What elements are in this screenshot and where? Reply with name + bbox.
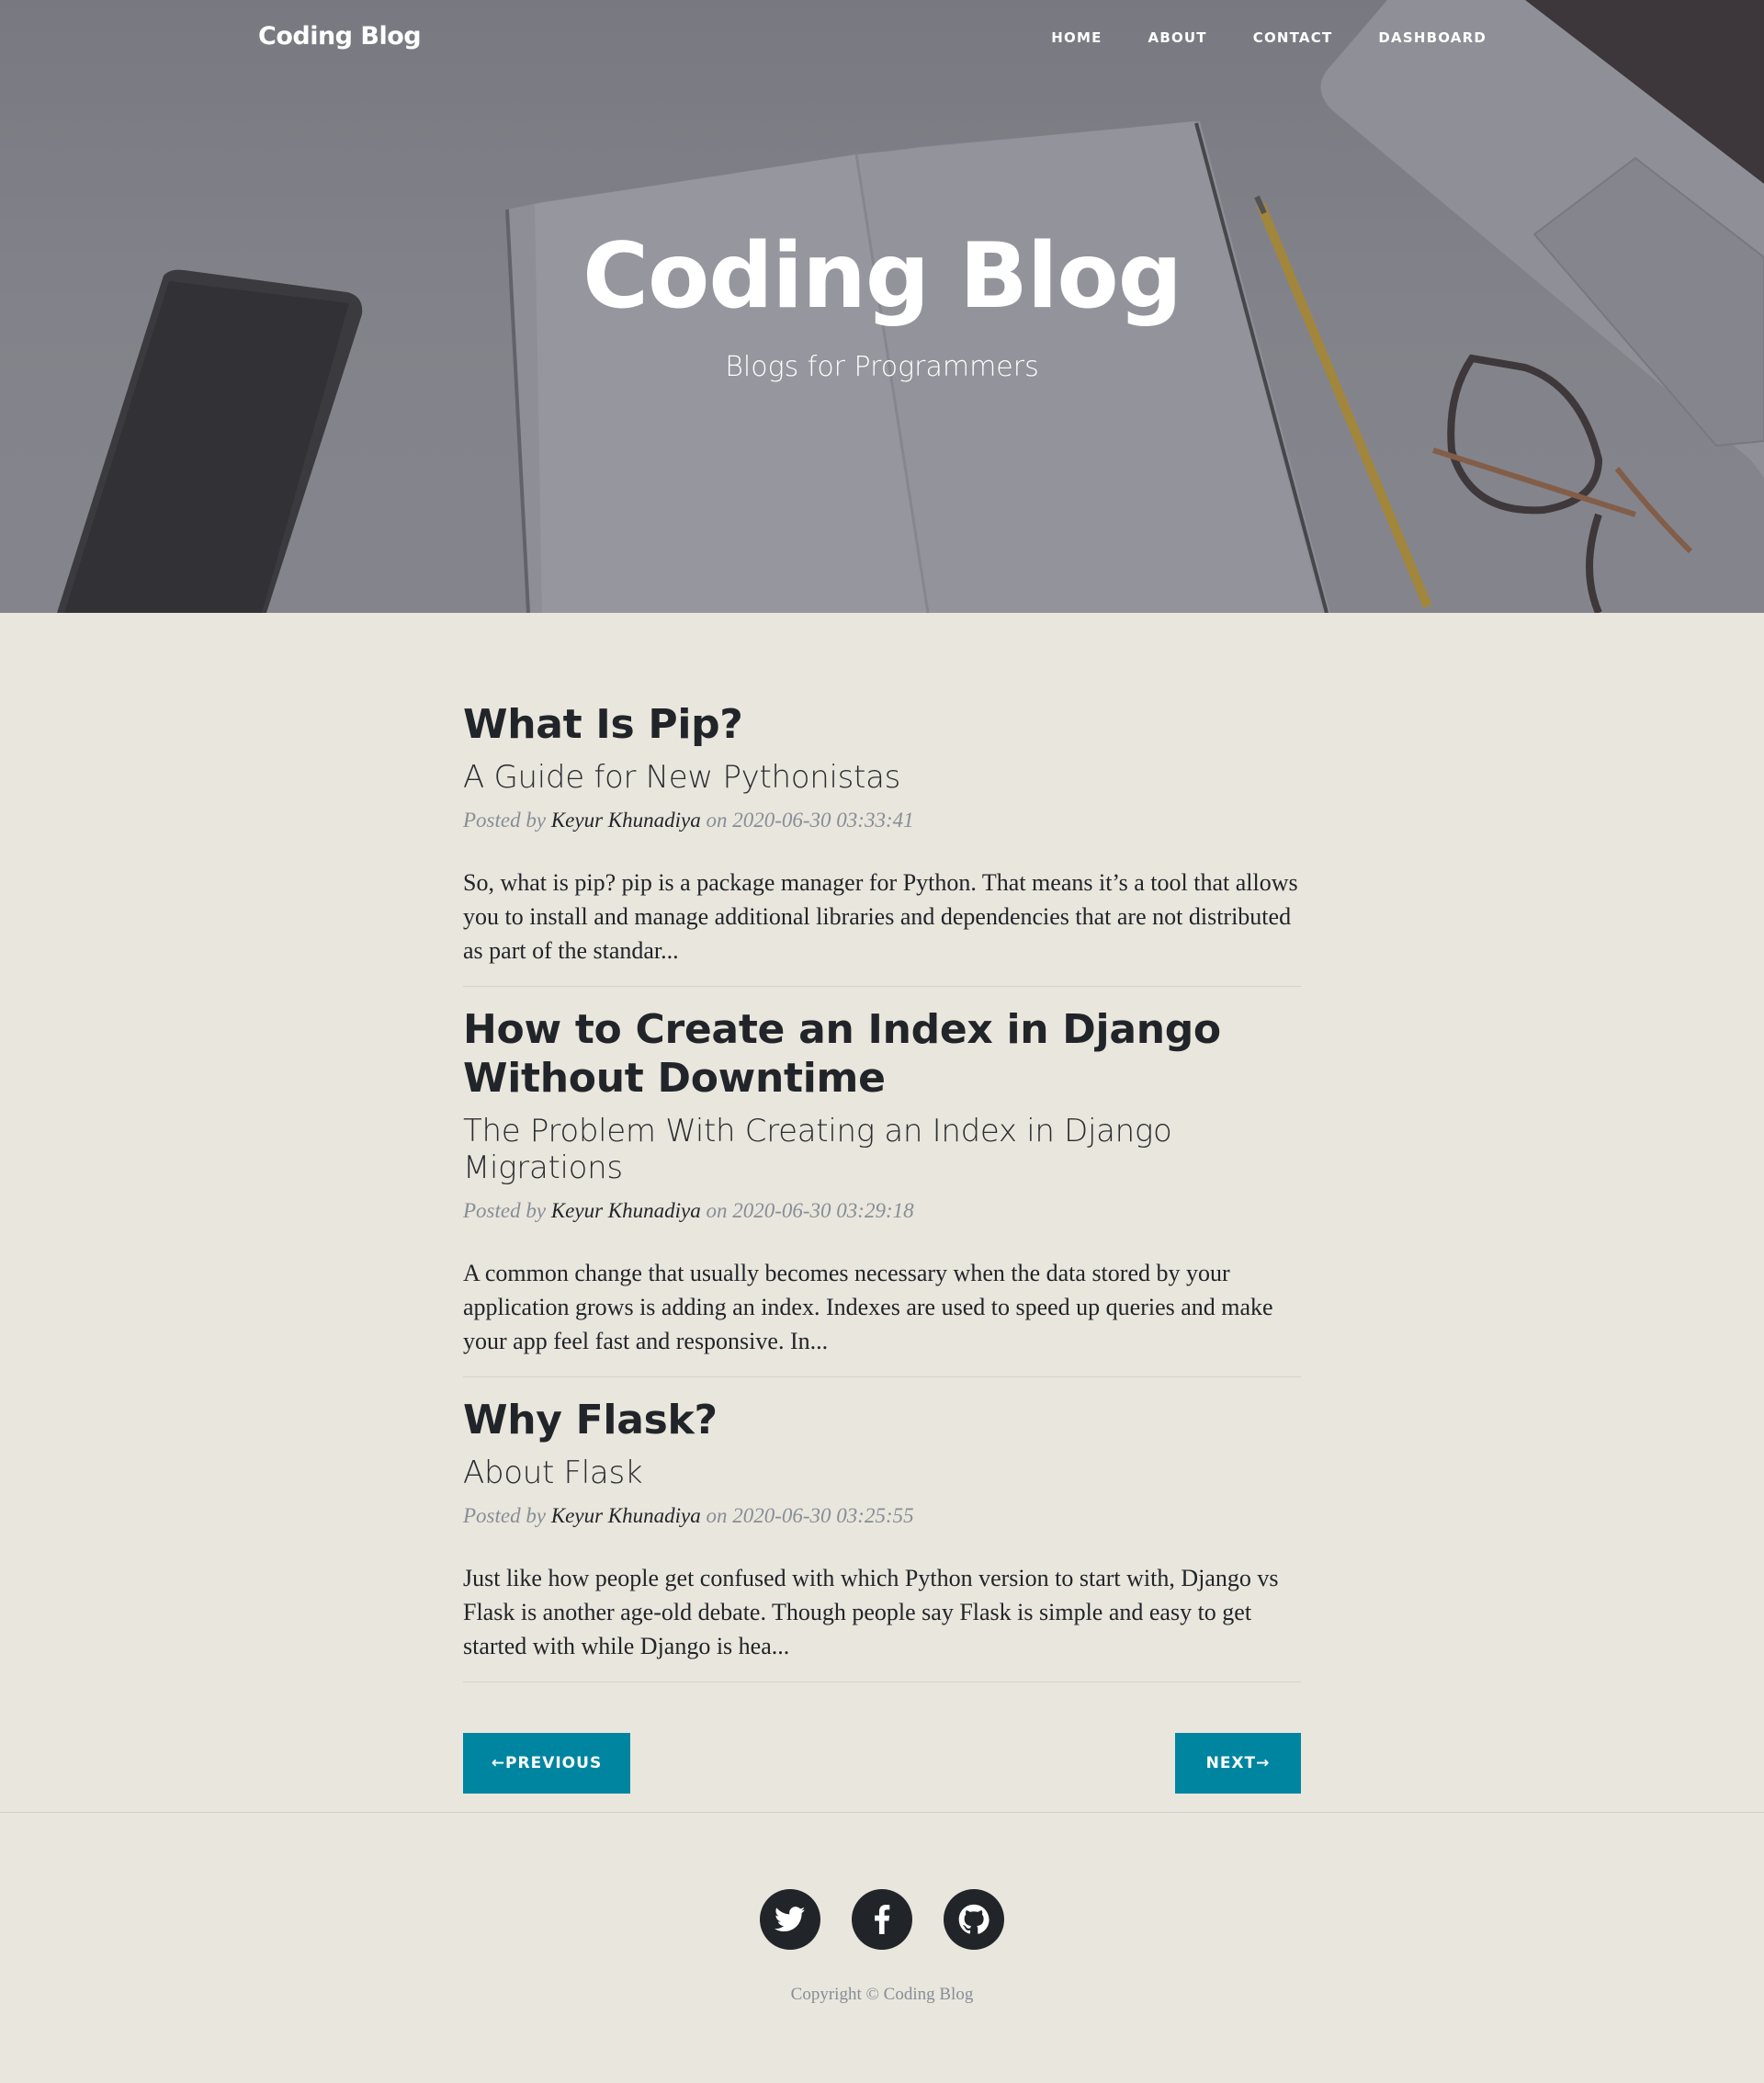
post-excerpt: A common change that usually becomes nec… (463, 1260, 1273, 1355)
github-icon (958, 1904, 989, 1934)
post-title-link[interactable]: Why Flask? (463, 1396, 1301, 1445)
nav-links: HOME ABOUT CONTACT DASHBOARD (1005, 29, 1487, 46)
twitter-link[interactable] (760, 1889, 820, 1950)
post-preview: What Is Pip? A Guide for New Pythonistas… (463, 700, 1301, 987)
next-button[interactable]: NEXT→ (1175, 1733, 1301, 1794)
post-meta: Posted by Keyur Khunadiya on 2020-06-30 … (463, 1199, 1301, 1223)
post-preview: How to Create an Index in Django Without… (463, 1005, 1301, 1378)
post-author: Keyur Khunadiya (550, 1199, 701, 1223)
previous-button[interactable]: ←PREVIOUS (463, 1733, 630, 1794)
post-date: 2020-06-30 03:29:18 (732, 1199, 914, 1223)
pager: ←PREVIOUS NEXT→ (463, 1733, 1301, 1794)
twitter-icon (775, 1907, 806, 1932)
post-date: 2020-06-30 03:33:41 (732, 808, 914, 832)
github-link[interactable] (944, 1889, 1004, 1950)
post-preview: Why Flask? About Flask Posted by Keyur K… (463, 1396, 1301, 1682)
nav-link-about[interactable]: ABOUT (1148, 29, 1207, 46)
facebook-icon (875, 1905, 890, 1934)
post-meta-on: on (706, 1503, 728, 1527)
post-subtitle[interactable]: A Guide for New Pythonistas (463, 759, 1301, 796)
social-links (760, 1889, 1004, 1950)
post-subtitle[interactable]: About Flask (463, 1455, 1301, 1491)
facebook-link[interactable] (852, 1889, 912, 1950)
masthead: Coding Blog HOME ABOUT CONTACT DASHBOARD… (0, 0, 1764, 613)
post-date: 2020-06-30 03:25:55 (732, 1503, 914, 1527)
post-excerpt: Just like how people get confused with w… (463, 1564, 1279, 1659)
post-meta-prefix: Posted by (463, 1503, 547, 1527)
post-meta-on: on (706, 808, 728, 832)
nav-link-home[interactable]: HOME (1051, 29, 1102, 46)
copyright-text: Copyright © Coding Blog (790, 1985, 974, 2004)
post-author: Keyur Khunadiya (550, 808, 701, 832)
navbar-brand[interactable]: Coding Blog (258, 22, 422, 51)
post-meta: Posted by Keyur Khunadiya on 2020-06-30 … (463, 1504, 1301, 1528)
post-meta-prefix: Posted by (463, 1199, 547, 1223)
footer-divider (0, 1812, 1764, 1813)
nav-link-dashboard[interactable]: DASHBOARD (1378, 29, 1487, 46)
navbar: Coding Blog HOME ABOUT CONTACT DASHBOARD (0, 0, 1764, 77)
post-list: What Is Pip? A Guide for New Pythonistas… (463, 700, 1301, 1701)
nav-link-contact[interactable]: CONTACT (1253, 29, 1333, 46)
post-meta-prefix: Posted by (463, 808, 547, 832)
post-excerpt: So, what is pip? pip is a package manage… (463, 868, 1298, 964)
post-title-link[interactable]: What Is Pip? (463, 700, 1301, 750)
post-title-link[interactable]: How to Create an Index in Django Without… (463, 1005, 1301, 1104)
post-meta-on: on (706, 1199, 728, 1223)
post-author: Keyur Khunadiya (550, 1503, 701, 1527)
hero-title: Coding Blog (582, 224, 1182, 329)
post-meta: Posted by Keyur Khunadiya on 2020-06-30 … (463, 809, 1301, 832)
hero-subtitle: Blogs for Programmers (725, 351, 1039, 383)
post-subtitle[interactable]: The Problem With Creating an Index in Dj… (463, 1113, 1301, 1186)
